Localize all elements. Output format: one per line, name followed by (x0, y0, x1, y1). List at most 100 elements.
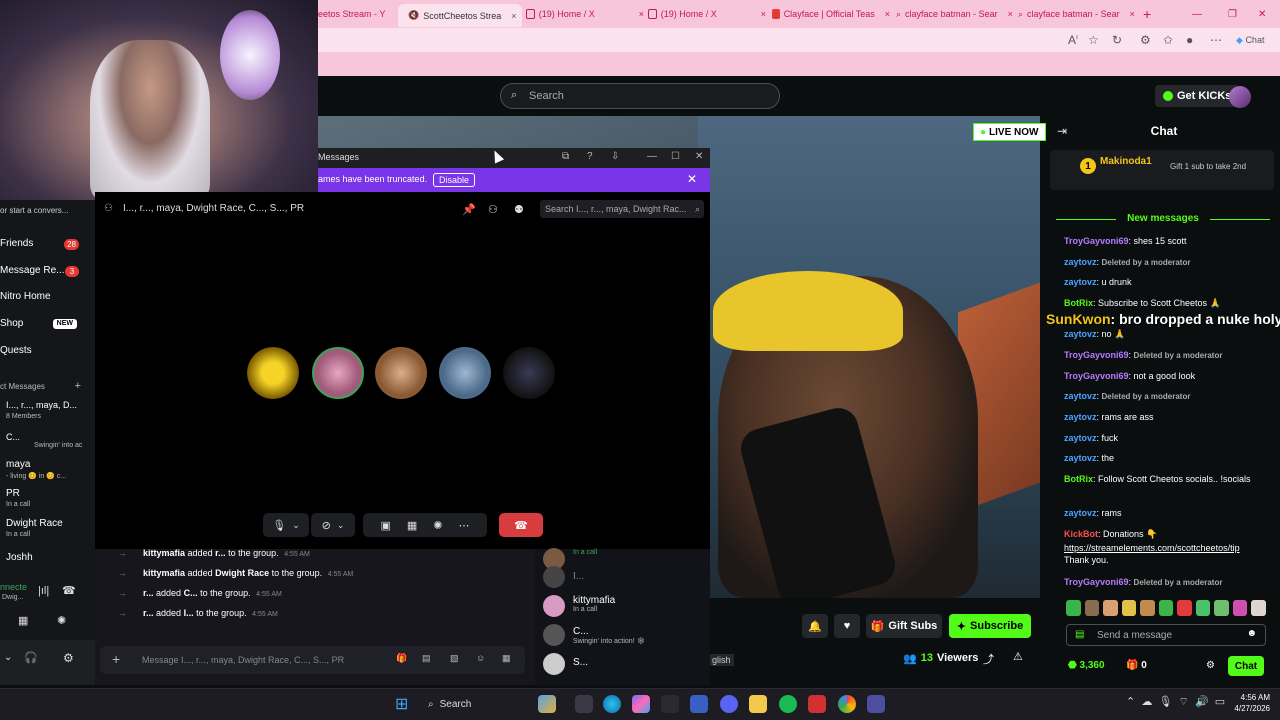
chat-message[interactable]: TroyGayvoni69: Deleted by a moderator (1064, 349, 1270, 362)
start-menu-icon[interactable]: ⊞ (395, 694, 408, 714)
extensions-icon[interactable]: ⚙ (1140, 33, 1151, 47)
soundboard-icon[interactable]: ✺ (433, 519, 442, 532)
members-icon[interactable]: ⚉ (514, 203, 524, 216)
close-tab-icon[interactable]: × (885, 9, 890, 19)
chat-settings-gear-icon[interactable]: ⚙ (1206, 660, 1215, 671)
disconnect-icon[interactable]: ☎ (62, 584, 76, 597)
restore-icon[interactable]: ❐ (1228, 5, 1237, 23)
member-avatar[interactable] (543, 624, 565, 646)
maximize-icon[interactable]: ☐ (671, 151, 680, 162)
disable-button[interactable]: Disable (433, 173, 476, 187)
dm-item-c[interactable]: C... (0, 432, 20, 442)
sidebar-item-nitro[interactable]: Nitro Home (0, 291, 51, 302)
chat-message[interactable]: BotRix: Follow Scott Cheetos socials.. !… (1064, 473, 1270, 485)
emote-icon[interactable] (1251, 600, 1267, 616)
system-tray[interactable]: ⌃ ☁ 🎙 ⌔ 🔊 ▭ (1126, 695, 1225, 709)
emoji-icon[interactable]: ☺ (476, 653, 485, 663)
new-tab-button[interactable]: + (1143, 5, 1157, 23)
file-explorer-icon[interactable] (749, 695, 767, 713)
close-tab-icon[interactable]: × (639, 9, 644, 19)
emote-icon[interactable] (1140, 600, 1155, 616)
chat-message[interactable]: BotRix: Subscribe to Scott Cheetos 🙏 (1064, 297, 1270, 309)
chat-username[interactable]: zaytovz (1064, 412, 1097, 422)
chat-username[interactable]: TroyGayvoni69 (1064, 236, 1129, 246)
chat-message[interactable]: zaytovz: fuck (1064, 432, 1270, 444)
find-conversation-input[interactable]: or start a convers... (0, 206, 68, 215)
call-search-input[interactable]: Search I..., r..., maya, Dwight Rac... ⌕ (540, 200, 704, 218)
chat-username[interactable]: TroyGayvoni69 (1064, 577, 1129, 587)
emote-icon[interactable] (1121, 600, 1137, 616)
chat-username[interactable]: zaytovz (1064, 508, 1097, 518)
member-avatar[interactable] (543, 653, 565, 675)
spotify-icon[interactable] (779, 695, 797, 713)
chrome-icon[interactable] (838, 695, 856, 713)
copilot-icon[interactable] (632, 695, 650, 713)
close-tab-icon[interactable]: × (511, 11, 516, 21)
chat-input[interactable]: ▤ Send a message ☻ (1066, 624, 1266, 646)
collapse-chat-icon[interactable]: ⇥ (1057, 124, 1067, 138)
soundboard-icon[interactable]: ✺ (57, 614, 66, 627)
browser-tab[interactable]: ⌕ clayface batman - Sear × (1018, 5, 1136, 23)
chat-message[interactable]: zaytovz: Deleted by a moderator (1064, 390, 1270, 403)
member-avatar[interactable] (543, 595, 565, 617)
popout-icon[interactable]: ⧉ (562, 151, 569, 162)
sticker-icon[interactable]: ▧ (450, 653, 459, 664)
browser-tab[interactable]: eetos Stream - Y× (318, 5, 394, 23)
chat-message[interactable]: TroyGayvoni69: shes 15 scott (1064, 235, 1270, 247)
chat-username[interactable]: KickBot (1064, 529, 1098, 539)
minimize-icon[interactable]: — (647, 151, 657, 162)
chat-username[interactable]: TroyGayvoni69 (1064, 350, 1129, 360)
obs-icon[interactable] (808, 695, 826, 713)
leave-call-button[interactable]: ☎ (499, 513, 543, 537)
chat-username[interactable]: BotRix (1064, 298, 1093, 308)
widgets-icon[interactable] (538, 695, 556, 713)
chat-message[interactable]: zaytovz: rams (1064, 507, 1270, 519)
refresh-icon[interactable]: ↻ (1112, 33, 1122, 47)
chat-message[interactable]: zaytovz: rams are ass (1064, 411, 1270, 423)
report-icon[interactable]: ⚠ (1013, 650, 1023, 663)
browser-tab[interactable]: Clayface | Official Teas × (772, 5, 890, 23)
close-notice-icon[interactable]: ✕ (687, 172, 697, 186)
minimize-icon[interactable]: — (1192, 5, 1202, 23)
dm-item-pr[interactable]: PR (0, 488, 20, 499)
chat-message[interactable]: TroyGayvoni69: Deleted by a moderator (1064, 576, 1270, 589)
emote-icon[interactable] (1084, 600, 1100, 616)
emote-icon[interactable] (1158, 600, 1174, 616)
gift-counter[interactable]: 🎁 0 (1126, 660, 1147, 671)
member-item[interactable]: C... Swingin' into action! 🕸 (573, 626, 645, 645)
close-tab-icon[interactable]: × (761, 9, 766, 19)
add-dm-icon[interactable]: + (75, 380, 81, 392)
member-item[interactable]: I... (573, 571, 584, 582)
app-icon[interactable] (661, 695, 679, 713)
favorite-icon[interactable]: ☆ (1088, 33, 1099, 47)
chat-message[interactable]: zaytovz: the (1064, 452, 1270, 464)
pin-icon[interactable]: 📌 (462, 203, 476, 216)
chat-username[interactable]: zaytovz (1064, 277, 1097, 287)
close-tab-icon[interactable]: × (1008, 9, 1013, 19)
member-item[interactable]: In a call (573, 549, 597, 556)
follow-button[interactable]: ♥ (834, 614, 860, 638)
emote-icon[interactable] (1195, 600, 1211, 616)
favorites-icon[interactable]: ✩ (1163, 33, 1173, 47)
member-item[interactable]: S... (573, 657, 588, 668)
task-view-icon[interactable] (575, 695, 593, 713)
chat-message[interactable]: TroyGayvoni69: not a good look (1064, 370, 1270, 382)
dm-item-maya[interactable]: maya (0, 459, 30, 470)
participant-avatar-speaking[interactable] (312, 347, 364, 399)
chat-message[interactable]: zaytovz: Deleted by a moderator (1064, 256, 1270, 269)
taskbar-clock[interactable]: 4:56 AM 4/27/2026 (1222, 692, 1270, 714)
profile-icon[interactable]: ● (1186, 33, 1193, 47)
close-icon[interactable]: ✕ (695, 151, 703, 162)
avatar[interactable] (1229, 86, 1251, 108)
close-tab-icon[interactable]: × (1130, 9, 1135, 19)
store-icon[interactable] (690, 695, 708, 713)
add-attachment-icon[interactable]: + (112, 651, 120, 667)
notify-bell-button[interactable]: 🔔 (802, 614, 828, 638)
read-aloud-icon[interactable]: Aı (1068, 33, 1078, 47)
send-chat-button[interactable]: Chat (1228, 656, 1264, 676)
dm-item-group[interactable]: I..., r..., maya, D... (0, 400, 77, 410)
emote-icon[interactable] (1066, 600, 1081, 616)
sidebar-item-friends[interactable]: Friends 28 (0, 238, 95, 250)
browser-tab-active[interactable]: 🔇 ScottCheetos Strea × (398, 4, 522, 27)
emote-icon[interactable] (1214, 600, 1229, 616)
